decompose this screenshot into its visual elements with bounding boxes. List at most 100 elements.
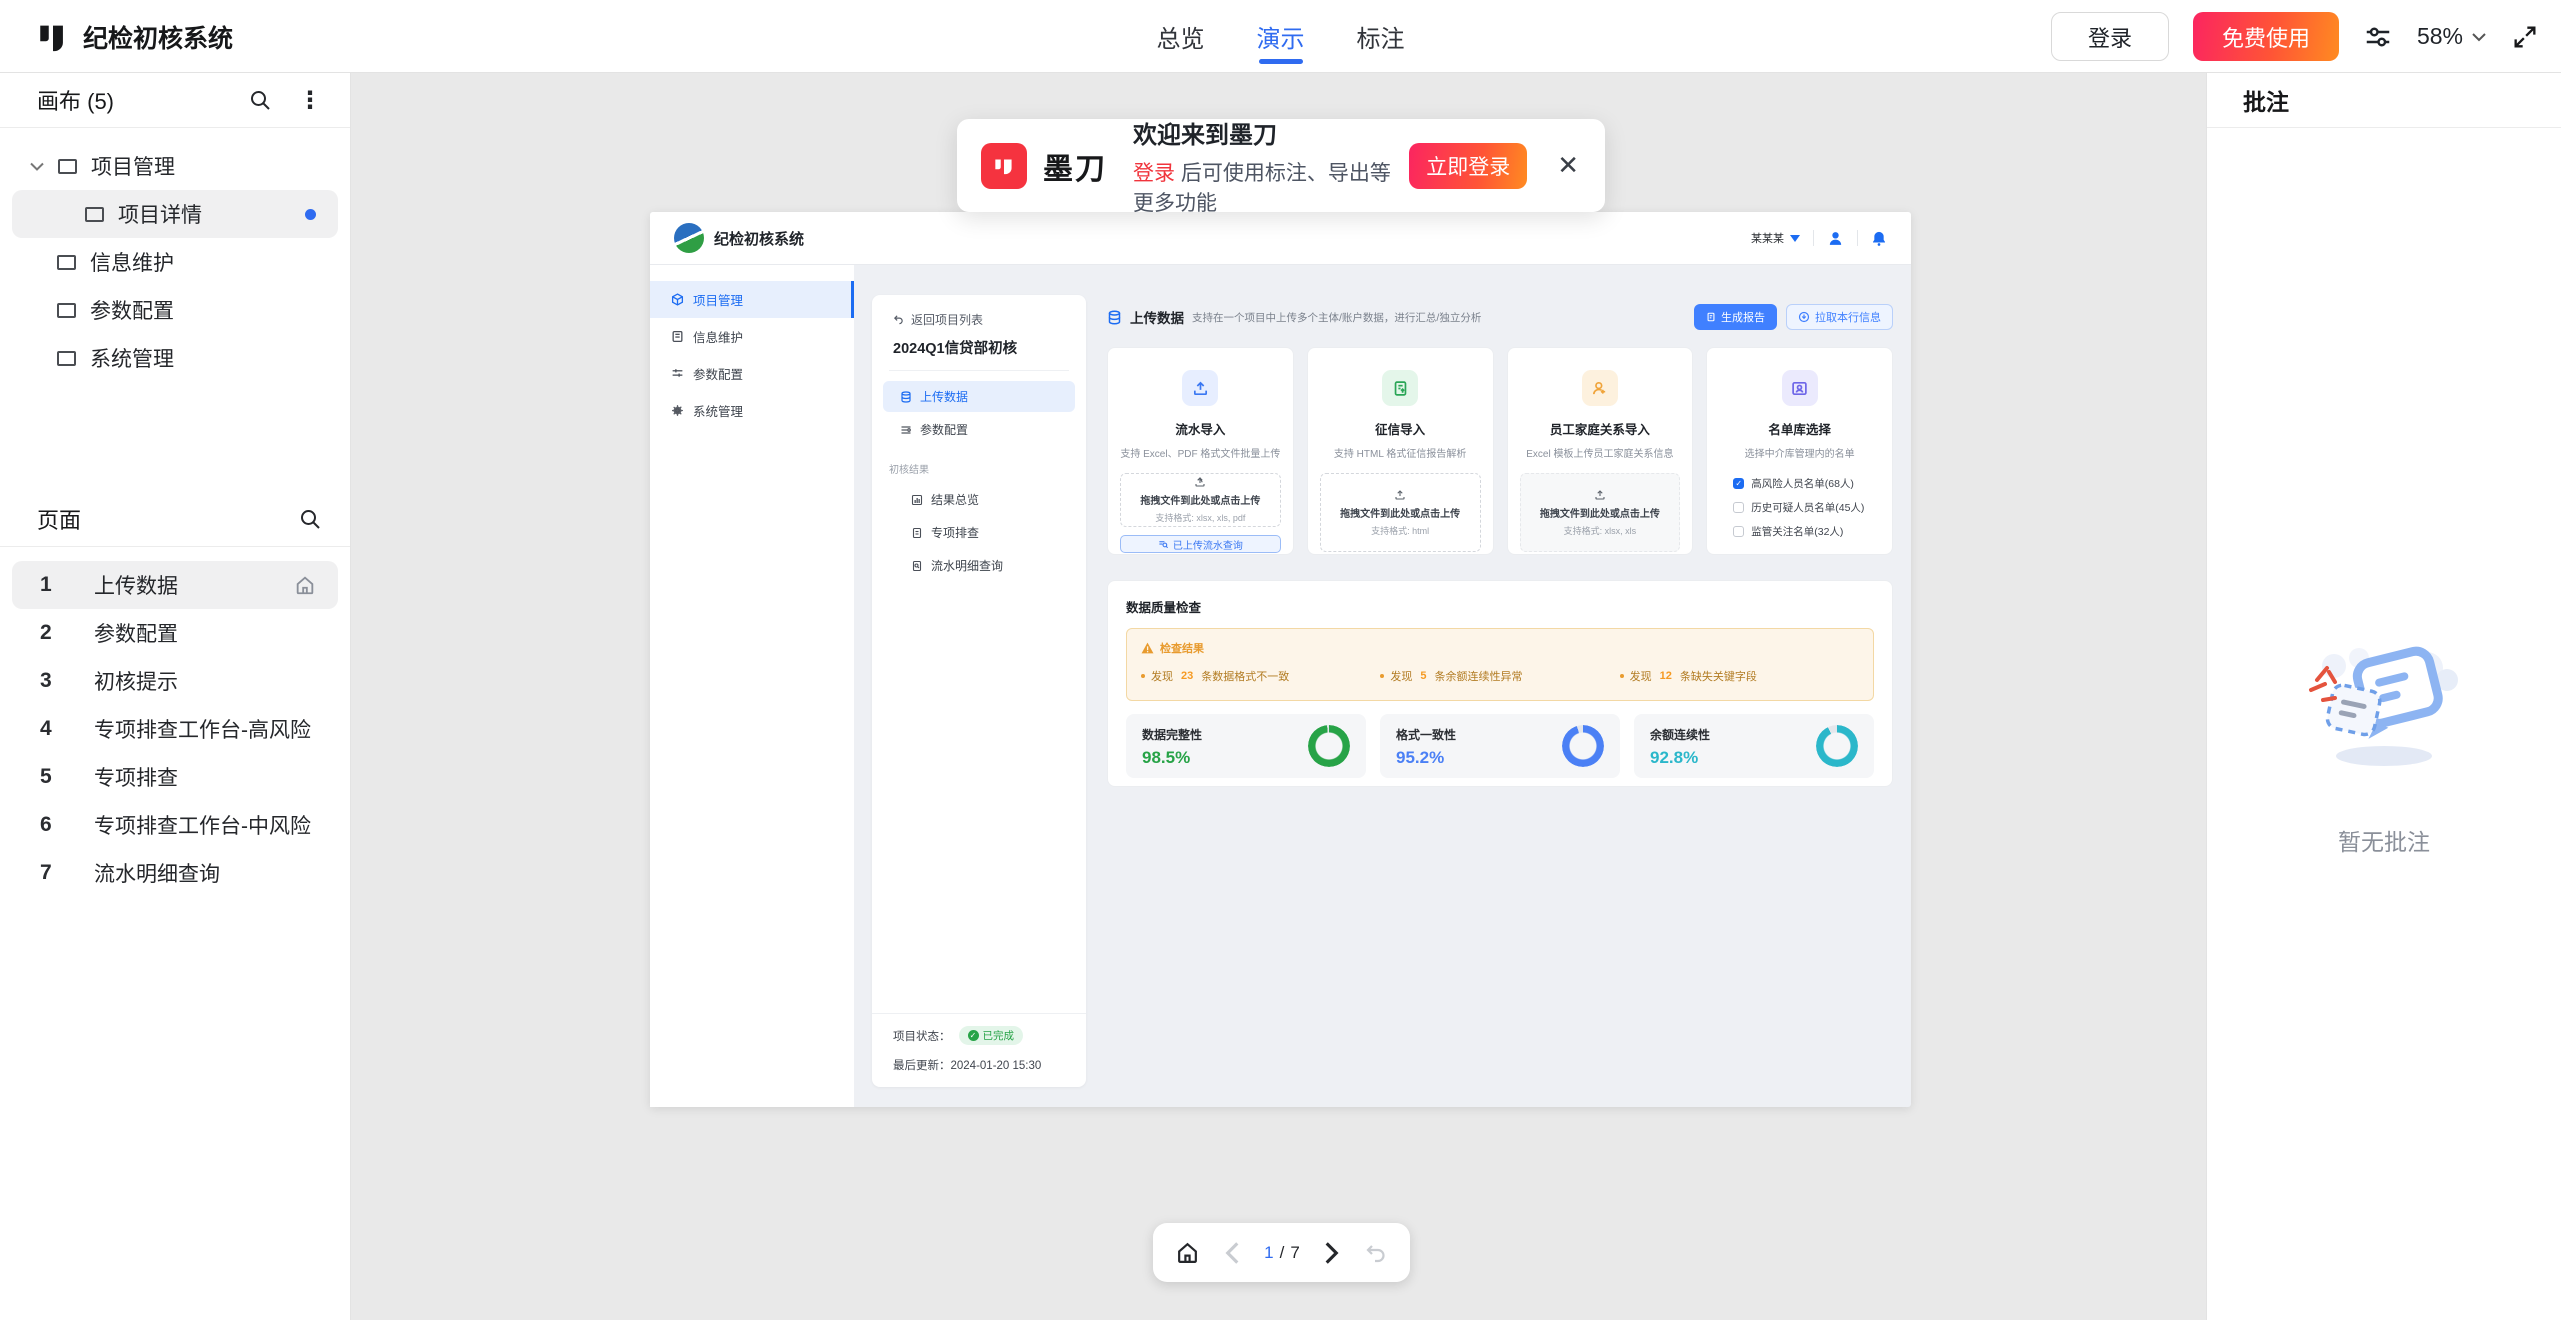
generate-report-button[interactable]: 生成报告 — [1694, 304, 1777, 330]
bank-logo-icon — [674, 223, 704, 253]
app-nav-system-management[interactable]: 系统管理 — [650, 392, 854, 429]
pull-bank-info-button[interactable]: 拉取本行信息 — [1786, 304, 1893, 330]
page-item-3[interactable]: 3初核提示 — [0, 657, 350, 705]
page-label: 流水明细查询 — [94, 858, 220, 888]
page-item-2[interactable]: 2参数配置 — [0, 609, 350, 657]
current-page: 1 — [1264, 1243, 1273, 1263]
metric-balance-continuity: 余额连续性 92.8% — [1634, 714, 1874, 778]
next-page-button[interactable] — [1324, 1241, 1339, 1265]
page-item-1[interactable]: 1 上传数据 — [12, 561, 338, 609]
tab-annotate[interactable]: 标注 — [1357, 0, 1405, 73]
page-item-5[interactable]: 5专项排查 — [0, 753, 350, 801]
donut-gauge — [1562, 725, 1604, 767]
card-family-import: 员工家庭关系导入 Excel 模板上传员工家庭关系信息 拖拽文件到此处或点击上传… — [1507, 347, 1694, 555]
annotation-header: 批注 — [2207, 73, 2561, 128]
page-item-6[interactable]: 6专项排查工作台-中风险 — [0, 801, 350, 849]
panel-menu-label: 流水明细查询 — [931, 557, 1003, 574]
page-number: 3 — [40, 669, 64, 693]
gear-icon — [671, 404, 684, 417]
panel-menu-flow-detail-query[interactable]: 流水明细查询 — [883, 550, 1075, 581]
home-button[interactable] — [1175, 1240, 1200, 1265]
left-sidebar: 画布 (5) ⋮ 项目管理 项目详情 信息维护 参数 — [0, 73, 351, 1320]
panel-menu-label: 结果总览 — [931, 491, 979, 508]
checkbox-icon[interactable] — [1733, 478, 1744, 489]
login-button[interactable]: 登录 — [2051, 12, 2169, 61]
user-icon[interactable] — [1827, 230, 1844, 247]
zoom-control[interactable]: 58% — [2417, 23, 2487, 50]
donut-gauge — [1308, 725, 1350, 767]
pull-download-icon — [1798, 311, 1810, 323]
free-use-button[interactable]: 免费使用 — [2193, 12, 2339, 61]
app-nav-label: 系统管理 — [693, 401, 743, 420]
tree-item-system-management[interactable]: 系统管理 — [0, 334, 350, 382]
tree-item-project-detail[interactable]: 项目详情 — [12, 190, 338, 238]
card-title: 流水导入 — [1175, 419, 1225, 438]
checkbox-high-risk[interactable]: 高风险人员名单(68人) — [1733, 476, 1880, 491]
tree-item-project-management[interactable]: 项目管理 — [0, 142, 350, 190]
dropzone-text: 拖拽文件到此处或点击上传 — [1540, 505, 1660, 520]
document-upload-icon — [1382, 370, 1418, 406]
panel-menu-parameter-config[interactable]: 参数配置 — [883, 414, 1075, 445]
search-icon[interactable] — [298, 507, 322, 531]
dropzone-credit[interactable]: 拖拽文件到此处或点击上传 支持格式: html — [1320, 473, 1481, 552]
bell-icon[interactable] — [1871, 230, 1887, 247]
page-item-7[interactable]: 7流水明细查询 — [0, 849, 350, 897]
app-header: 纪检初核系统 某某某 — [650, 212, 1911, 265]
prev-page-button[interactable] — [1225, 1241, 1240, 1265]
app-nav-parameter-config[interactable]: 参数配置 — [650, 355, 854, 392]
upload-icon — [1594, 489, 1606, 501]
content-title: 上传数据 — [1130, 307, 1184, 327]
login-now-button[interactable]: 立即登录 — [1409, 143, 1527, 189]
app-nav-project-management[interactable]: 项目管理 — [650, 281, 854, 318]
tree-item-info-maintenance[interactable]: 信息维护 — [0, 238, 350, 286]
finding-missing: 发现12条缺失关键字段 — [1620, 668, 1859, 684]
more-options-icon[interactable]: ⋮ — [298, 86, 322, 115]
panel-menu-result-overview[interactable]: 结果总览 — [883, 484, 1075, 515]
id-card-icon — [1782, 370, 1818, 406]
banner-login-link[interactable]: 登录 — [1133, 162, 1175, 185]
project-title: 纪检初核系统 — [83, 19, 233, 55]
tree-item-label: 项目详情 — [118, 199, 202, 229]
page-label: 专项排查工作台-高风险 — [94, 714, 311, 744]
quality-metrics-row: 数据完整性 98.5% 格式一致性 95.2% 余额连续性 92.8% — [1126, 714, 1874, 778]
page-root: 纪检初核系统 总览 演示 标注 登录 免费使用 58% 画布 (5) — [0, 0, 2561, 1320]
page-number: 4 — [40, 717, 64, 741]
tab-overview[interactable]: 总览 — [1157, 0, 1205, 73]
empty-annotation-text: 暂无批注 — [2338, 823, 2430, 857]
tab-present[interactable]: 演示 — [1257, 0, 1305, 73]
pages-title: 页面 — [37, 503, 298, 535]
modao-wordmark: 墨刀 — [1043, 144, 1107, 188]
page-item-4[interactable]: 4 专项排查工作台-高风险 — [0, 705, 350, 753]
app-nav-info-maintenance[interactable]: 信息维护 — [650, 318, 854, 355]
dropzone-family[interactable]: 拖拽文件到此处或点击上传 支持格式: xlsx, xls — [1520, 473, 1681, 552]
check-result-box: 检查结果 发现23条数据格式不一致 发现5条余额连续性异常 发现12条缺失关键字… — [1126, 628, 1874, 701]
page-label: 参数配置 — [94, 618, 178, 648]
app-title: 纪检初核系统 — [714, 228, 804, 249]
filter-sliders-icon — [900, 424, 912, 436]
preferences-icon[interactable] — [2363, 22, 2393, 52]
checkbox-icon[interactable] — [1733, 526, 1744, 537]
checkbox-icon[interactable] — [1733, 502, 1744, 513]
uploaded-flow-query-button[interactable]: 已上传流水查询 — [1120, 535, 1281, 553]
topbar-actions: 登录 免费使用 58% — [2051, 0, 2539, 73]
panel-menu-special-check[interactable]: 专项排查 — [883, 517, 1075, 548]
checkbox-history-suspect[interactable]: 历史可疑人员名单(45人) — [1733, 500, 1880, 515]
card-credit-import: 征信导入 支持 HTML 格式征信报告解析 拖拽文件到此处或点击上传 支持格式:… — [1307, 347, 1494, 555]
search-icon[interactable] — [248, 88, 272, 112]
dropzone-flow[interactable]: 拖拽文件到此处或点击上传 支持格式: xlsx, xls, pdf — [1120, 473, 1281, 527]
close-icon[interactable]: ✕ — [1557, 150, 1579, 181]
back-to-projects[interactable]: 返回项目列表 — [872, 309, 1086, 329]
restart-button[interactable] — [1364, 1241, 1388, 1265]
metric-completeness: 数据完整性 98.5% — [1126, 714, 1366, 778]
data-quality-panel: 数据质量检查 检查结果 发现23条数据格式不一致 发现5条余额连续性异常 发现1… — [1107, 580, 1893, 787]
project-panel: 返回项目列表 2024Q1信贷部初核 上传数据 参数配置 初核结果 结果总览 专… — [872, 295, 1086, 1087]
tree-item-parameter-config[interactable]: 参数配置 — [0, 286, 350, 334]
user-menu[interactable]: 某某某 — [1751, 230, 1800, 246]
quality-title: 数据质量检查 — [1126, 597, 1874, 616]
card-desc: 支持 HTML 格式征信报告解析 — [1334, 445, 1466, 460]
checkbox-regulator-watch[interactable]: 监管关注名单(32人) — [1733, 524, 1880, 539]
tree-item-label: 参数配置 — [90, 295, 174, 325]
panel-menu-upload-data[interactable]: 上传数据 — [883, 381, 1075, 412]
fullscreen-icon[interactable] — [2511, 23, 2539, 51]
checkbox-label: 历史可疑人员名单(45人) — [1751, 500, 1864, 515]
